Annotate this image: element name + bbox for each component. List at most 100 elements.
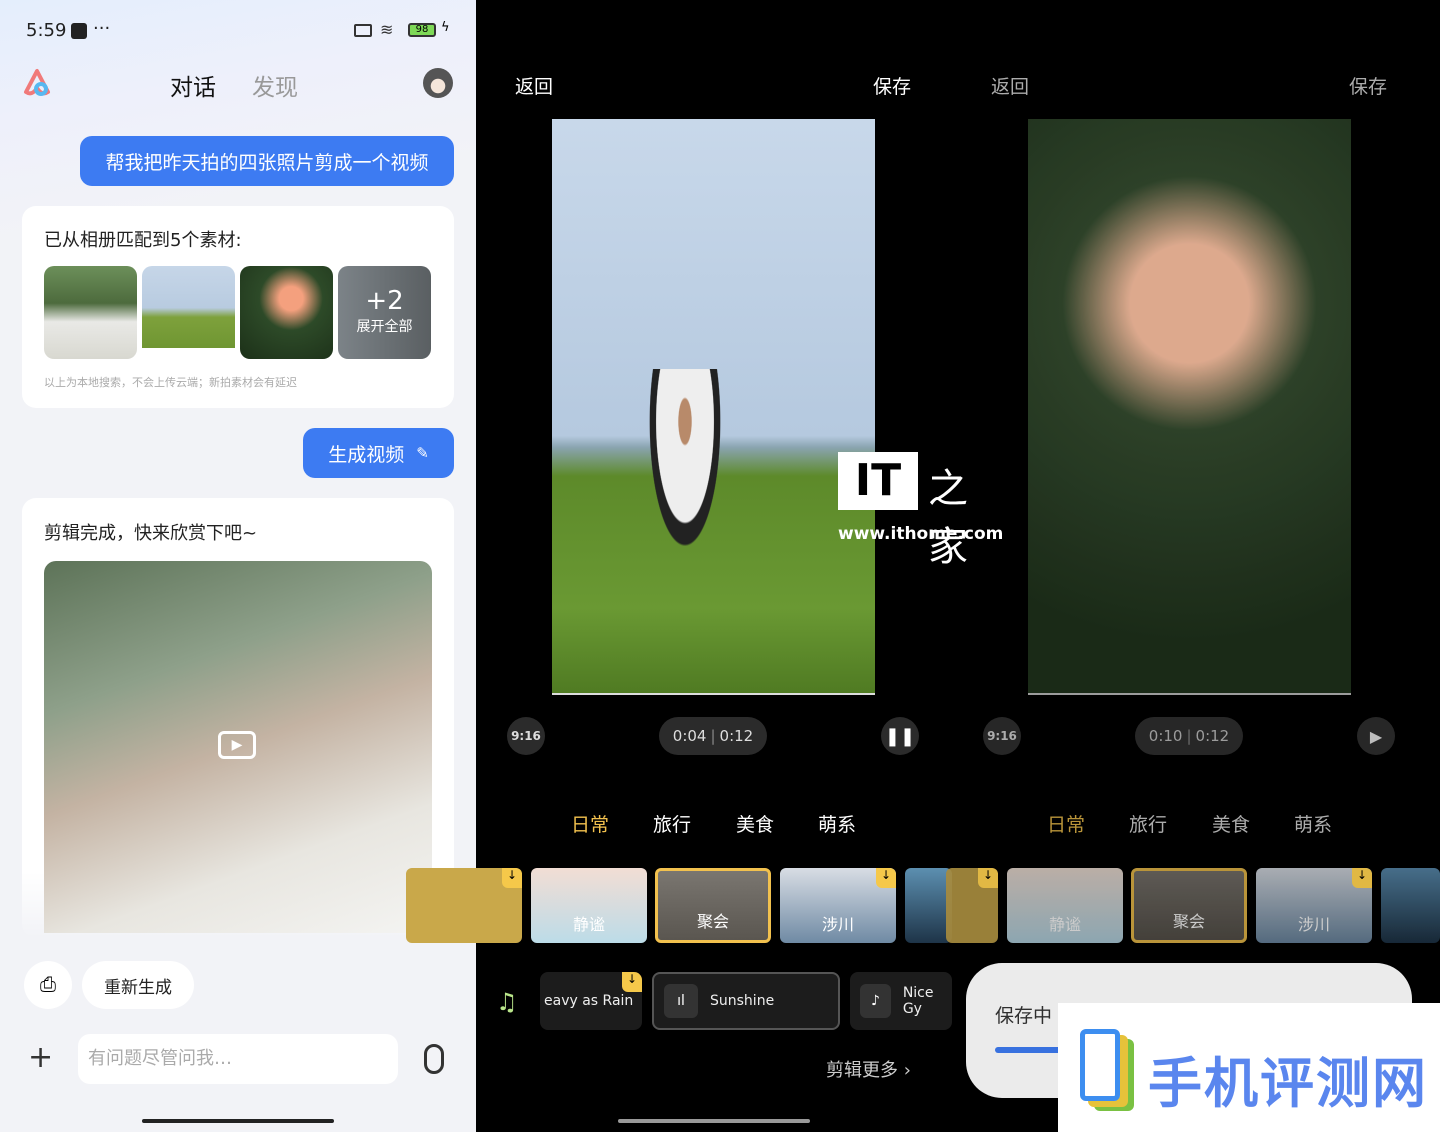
battery-icon: 98 (408, 23, 436, 37)
template-tile[interactable]: ↓ 涉川 (780, 868, 896, 943)
app-logo-icon (24, 69, 50, 96)
aspect-ratio-button[interactable]: 9:16 (983, 717, 1021, 755)
back-button[interactable]: 返回 (515, 72, 553, 99)
edit-more-button[interactable]: 剪辑更多 › (826, 1056, 911, 1082)
note-icon: ♪ (860, 984, 891, 1018)
chat-app-panel: 5:59 ··· ≋ 98 ϟ 对话 发现 帮我把昨天拍的四张照片剪成一个视频 已… (0, 0, 476, 1132)
chat-input[interactable]: 有问题尽管问我… (78, 1034, 398, 1084)
video-preview[interactable] (552, 119, 875, 695)
template-tile[interactable] (1381, 868, 1440, 943)
ithome-url: www.ithome.com (838, 524, 1004, 544)
local-search-note: 以上为本地搜索，不会上传云端；新拍素材会有延迟 (44, 376, 297, 389)
time-display: 0:10 | 0:12 (1135, 717, 1243, 755)
music-title: Nice Gy (902, 985, 934, 1017)
template-tile[interactable]: 静谧 (1007, 868, 1123, 943)
play-video-icon[interactable]: ▶ (218, 731, 256, 759)
category-cute[interactable]: 萌系 (818, 810, 856, 837)
video-editor-playing: 返回 保存 9:16 0:04 | 0:12 ❚❚ 日常 旅行 美食 萌系 ↓ 静谧… (406, 0, 952, 1132)
category-cute[interactable]: 萌系 (1294, 810, 1332, 837)
edit-more-label: 剪辑更多 (826, 1060, 898, 1081)
site-watermark: 手机评测网 (1058, 1003, 1440, 1132)
music-item[interactable]: ♪ Nice Gy (850, 972, 952, 1030)
template-tile[interactable]: 静谧 (531, 868, 647, 943)
current-time: 0:04 (672, 727, 707, 745)
music-item-selected[interactable]: ıl Sunshine (652, 972, 840, 1030)
home-indicator (142, 1119, 334, 1123)
template-tile-selected[interactable]: 聚会 (1131, 868, 1247, 943)
save-button[interactable]: 保存 (873, 72, 911, 99)
template-label: 聚会 (1172, 912, 1205, 931)
template-label: 涉川 (821, 915, 854, 934)
user-message: 帮我把昨天拍的四张照片剪成一个视频 (80, 136, 454, 186)
category-travel[interactable]: 旅行 (1129, 810, 1167, 837)
category-travel[interactable]: 旅行 (653, 810, 691, 837)
save-button[interactable]: 保存 (1349, 72, 1387, 99)
template-tile[interactable]: ↓ (406, 868, 522, 943)
equalizer-icon: ıl (664, 984, 698, 1018)
person-figure (640, 369, 730, 579)
expand-all-button[interactable]: +2 展开全部 (338, 266, 431, 359)
aspect-ratio-button[interactable]: 9:16 (507, 717, 545, 755)
total-time: 0:12 (719, 727, 754, 745)
download-icon: ↓ (978, 868, 998, 888)
ithome-logo-chars: 之家 (928, 466, 968, 570)
download-icon: ↓ (622, 972, 642, 992)
more-count: +2 (365, 286, 404, 316)
progress-track[interactable] (552, 693, 875, 695)
home-indicator (618, 1119, 810, 1123)
time-display: 0:04 | 0:12 (659, 717, 767, 755)
regenerate-button[interactable]: 重新生成 (82, 961, 194, 1009)
download-icon: ↓ (502, 868, 522, 888)
ithome-watermark: IT 之家 www.ithome.com (838, 452, 1003, 570)
ithome-logo: IT (838, 452, 918, 510)
download-icon: ↓ (876, 868, 896, 888)
charging-icon: ϟ (441, 20, 450, 35)
site-name: 手机评测网 (1148, 1052, 1428, 1115)
video-preview[interactable]: ▶ (44, 561, 432, 933)
edit-icon[interactable]: ✎ (416, 444, 429, 462)
template-tile[interactable]: ↓ (946, 868, 998, 943)
video-editor-saving: 返回 保存 9:16 0:10 | 0:12 ▶ 日常 旅行 美食 萌系 ↓ 静谧 … (946, 0, 1440, 1132)
wifi-icon: ≋ (380, 20, 394, 39)
photo-thumb-rose[interactable] (240, 266, 333, 359)
avatar[interactable] (423, 68, 453, 98)
recorder-icon (71, 23, 87, 39)
video-preview[interactable] (1028, 119, 1351, 695)
template-tile[interactable] (905, 868, 952, 943)
category-daily[interactable]: 日常 (571, 810, 609, 837)
microphone-icon[interactable] (424, 1044, 444, 1074)
music-title: eavy as Rain (544, 993, 634, 1009)
photo-thumb-selfie[interactable] (44, 266, 137, 359)
category-food[interactable]: 美食 (1212, 810, 1250, 837)
music-title: Sunshine (710, 993, 775, 1009)
music-icon[interactable]: ♫ (496, 988, 518, 1016)
music-item[interactable]: eavy as Rain ↓ (540, 972, 642, 1030)
progress-track[interactable] (1028, 693, 1351, 695)
status-more: ··· (93, 18, 111, 39)
generate-video-label: 生成视频 (328, 443, 405, 466)
generate-video-message: 生成视频 ✎ (303, 428, 454, 478)
pause-button[interactable]: ❚❚ (881, 717, 919, 755)
plus-icon[interactable]: + (28, 1040, 53, 1076)
photo-thumb-grass[interactable] (142, 266, 235, 359)
download-icon: ↓ (1352, 868, 1372, 888)
template-label: 聚会 (696, 912, 729, 931)
match-title: 已从相册匹配到5个素材: (44, 230, 242, 251)
saving-label: 保存中 (995, 1005, 1053, 1027)
template-label: 静谧 (572, 915, 605, 934)
template-tile[interactable]: ↓ 涉川 (1256, 868, 1372, 943)
back-button[interactable]: 返回 (991, 72, 1029, 99)
template-label: 静谧 (1048, 915, 1081, 934)
category-daily[interactable]: 日常 (1047, 810, 1085, 837)
play-button[interactable]: ▶ (1357, 717, 1395, 755)
category-food[interactable]: 美食 (736, 810, 774, 837)
tab-discover[interactable]: 发现 (252, 75, 298, 101)
template-tile-selected[interactable]: 聚会 (655, 868, 771, 943)
saving-progress-bar (995, 1047, 1061, 1053)
sim-icon (354, 24, 372, 37)
tab-chat[interactable]: 对话 (170, 75, 216, 101)
expand-all-label: 展开全部 (356, 319, 413, 335)
share-button[interactable]: ⎙ (24, 961, 72, 1009)
current-time: 0:10 (1148, 727, 1183, 745)
result-message: 剪辑完成，快来欣赏下吧~ (44, 523, 258, 544)
